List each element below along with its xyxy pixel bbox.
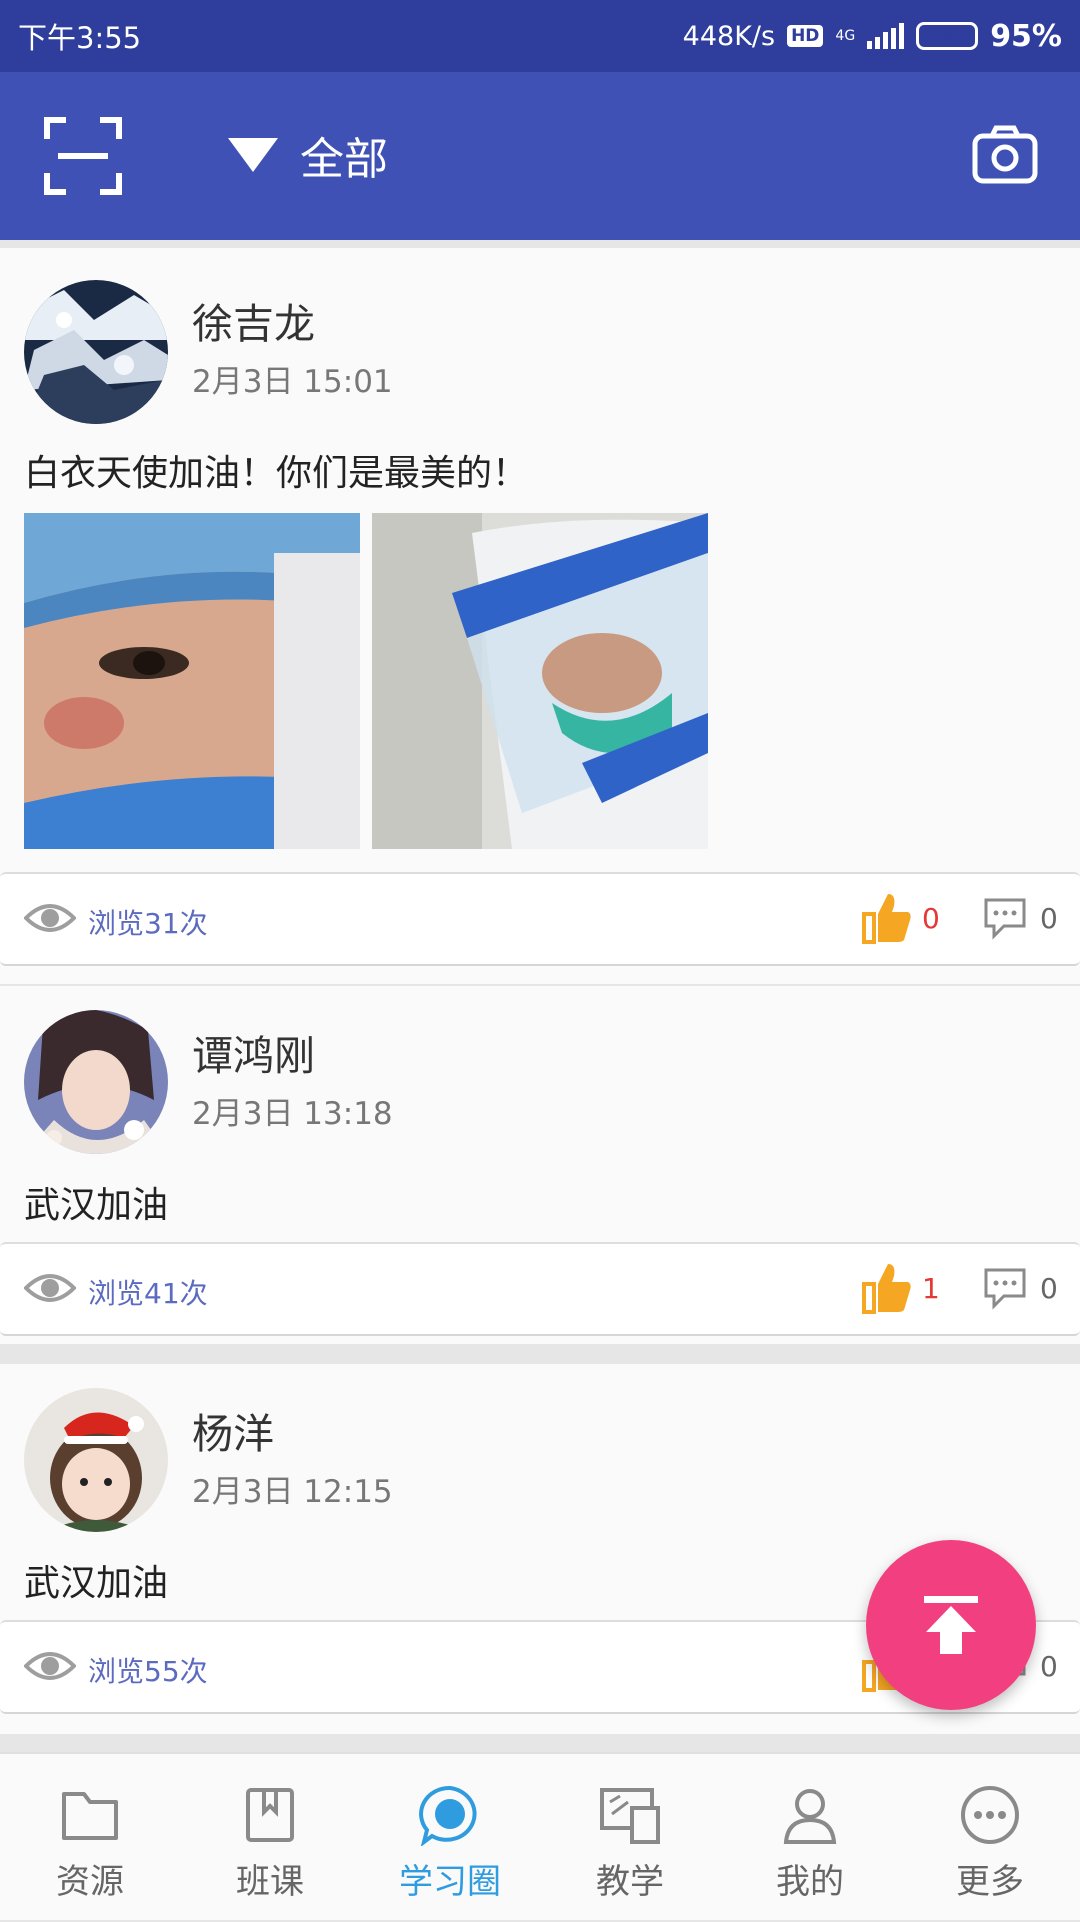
nav-label: 教学 [596, 1862, 664, 1902]
net-speed: 448K/s [682, 20, 776, 52]
eye-icon [24, 1274, 76, 1302]
nav-item-teaching[interactable]: 教学 [540, 1754, 720, 1922]
post-photo[interactable] [24, 513, 360, 849]
author-name[interactable]: 徐吉龙 [192, 290, 315, 350]
post-card: 谭鸿刚 2月3日 13:18 武汉加油 浏览41次 1 0 [0, 986, 1080, 1344]
author-name[interactable]: 谭鸿刚 [192, 1022, 315, 1082]
filter-dropdown[interactable]: 全部 [228, 120, 388, 190]
more-icon [961, 1786, 1019, 1844]
folder-icon [62, 1792, 118, 1840]
caret-down-icon [228, 138, 278, 172]
app-bar: 全部 [0, 72, 1080, 240]
status-indicators: 448K/s HD 4G ⚡ 95% [683, 19, 1062, 54]
eye-icon [24, 1652, 76, 1680]
post-time: 2月3日 13:18 [192, 1096, 393, 1132]
thumbs-up-icon[interactable] [862, 892, 912, 944]
bottom-nav: 资源 班课 学习圈 教学 我的 更多 [0, 1752, 1080, 1920]
comment-count: 0 [1040, 1272, 1058, 1305]
teaching-icon [600, 1788, 660, 1844]
post-action-bar: 浏览41次 1 0 [0, 1242, 1080, 1336]
post-text: 武汉加油 [24, 1563, 169, 1604]
post-time: 2月3日 15:01 [192, 364, 393, 400]
nav-item-more[interactable]: 更多 [900, 1754, 1080, 1922]
comment-count: 0 [1040, 902, 1058, 935]
nav-item-me[interactable]: 我的 [720, 1754, 900, 1922]
network-type: 4G [835, 28, 856, 44]
eye-icon [24, 904, 76, 932]
nav-label: 学习圈 [399, 1862, 501, 1902]
nav-label: 资源 [56, 1862, 124, 1902]
view-count: 浏览55次 [88, 1655, 208, 1688]
book-icon [246, 1788, 294, 1842]
post-text: 白衣天使加油！你们是最美的！ [24, 453, 529, 494]
nav-label: 更多 [956, 1862, 1024, 1902]
author-name[interactable]: 杨洋 [192, 1400, 274, 1460]
nav-label: 班课 [236, 1862, 304, 1902]
status-time: 下午3:55 [18, 21, 142, 55]
status-bar: 下午3:55 448K/s HD 4G ⚡ 95% [0, 0, 1080, 72]
battery-percent: 95% [990, 18, 1062, 54]
hd-icon: HD [787, 25, 824, 47]
nav-item-class[interactable]: 班课 [180, 1754, 360, 1922]
comment-count: 0 [1040, 1650, 1058, 1683]
view-count: 浏览31次 [88, 907, 208, 940]
post-time: 2月3日 12:15 [192, 1474, 393, 1510]
nav-label: 我的 [776, 1862, 844, 1902]
scroll-top-button[interactable] [866, 1540, 1036, 1710]
avatar[interactable] [24, 1388, 168, 1532]
person-icon [783, 1789, 837, 1844]
like-count: 1 [922, 1272, 940, 1305]
post-card: 徐吉龙 2月3日 15:01 白衣天使加油！你们是最美的！ 浏览31次 0 0 [0, 248, 1080, 984]
signal-icon [867, 23, 905, 49]
comment-icon[interactable] [982, 1266, 1028, 1310]
thumbs-up-icon[interactable] [862, 1262, 912, 1314]
post-text: 武汉加油 [24, 1185, 169, 1226]
nav-item-resources[interactable]: 资源 [0, 1754, 180, 1922]
scan-icon[interactable] [44, 117, 122, 195]
post-photo[interactable] [372, 513, 708, 849]
filter-label: 全部 [300, 134, 388, 185]
avatar[interactable] [24, 280, 168, 424]
comment-icon[interactable] [982, 896, 1028, 940]
camera-icon[interactable] [972, 124, 1038, 184]
battery-icon: ⚡ [916, 22, 979, 50]
nav-item-study-circle[interactable]: 学习圈 [360, 1754, 540, 1922]
like-count: 0 [922, 902, 940, 935]
avatar[interactable] [24, 1010, 168, 1154]
post-action-bar: 浏览31次 0 0 [0, 872, 1080, 966]
chat-bubble-icon [419, 1785, 477, 1846]
scroll-top-icon [924, 1596, 978, 1654]
view-count: 浏览41次 [88, 1277, 208, 1310]
